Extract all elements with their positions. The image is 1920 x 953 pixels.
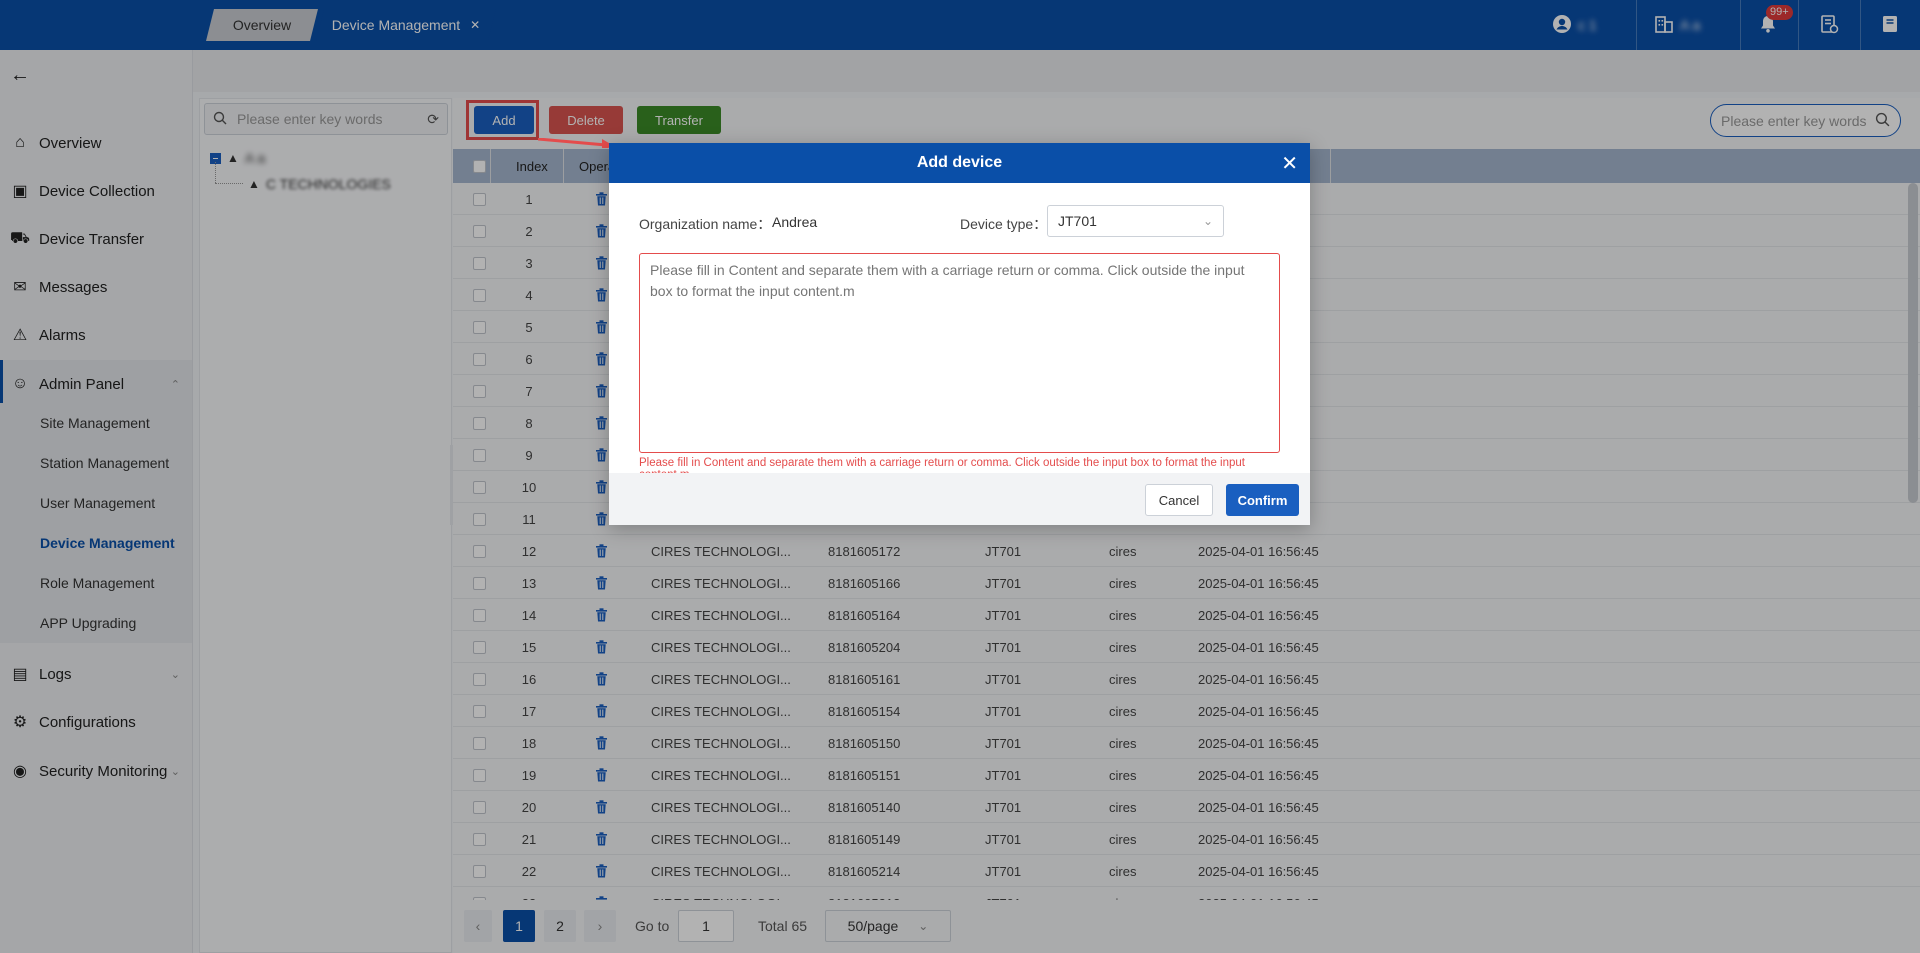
add-device-dialog: Add device ✕ Organization name： Andrea D… (609, 143, 1310, 525)
annotation-arrow (538, 138, 614, 148)
dialog-title: Add device (916, 154, 1003, 171)
device-content-textarea[interactable] (639, 253, 1280, 453)
confirm-button[interactable]: Confirm (1226, 484, 1299, 516)
org-name-label: Organization name： (639, 216, 772, 232)
close-icon[interactable]: ✕ (1281, 151, 1298, 176)
device-type-label: Device type： (960, 216, 1048, 232)
cancel-button[interactable]: Cancel (1145, 484, 1213, 516)
device-type-select[interactable]: JT701 ⌄ (1047, 205, 1224, 237)
dialog-footer: Cancel Confirm (609, 473, 1310, 525)
chevron-down-icon: ⌄ (1202, 214, 1213, 228)
dialog-header: Add device ✕ (609, 143, 1310, 183)
org-name-value: Andrea (772, 214, 818, 230)
